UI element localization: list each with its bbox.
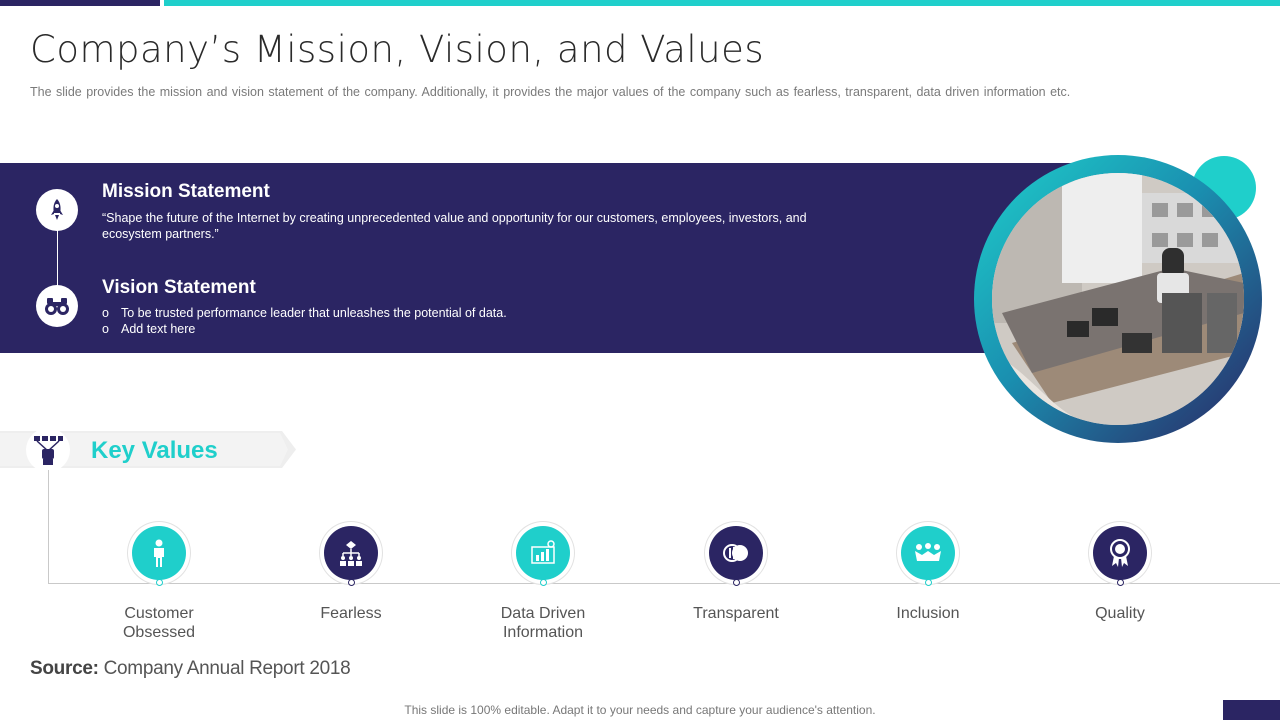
source-label: Source: — [30, 658, 99, 679]
data-chart-icon — [516, 526, 570, 580]
value-icon-ring — [128, 522, 190, 584]
value-item-transparent: Transparent — [656, 522, 816, 623]
mission-heading: Mission Statement — [102, 181, 270, 202]
value-label: Data Driven Information — [463, 604, 623, 642]
value-icon-ring — [1089, 522, 1151, 584]
office-photo — [992, 173, 1244, 425]
value-label-line: Fearless — [320, 605, 382, 622]
person-icon — [132, 526, 186, 580]
value-label-line: Transparent — [693, 605, 779, 622]
slide-subtitle: The slide provides the mission and visio… — [30, 85, 1071, 99]
vision-bullet-list: o To be trusted performance leader that u… — [102, 305, 507, 337]
value-icon-ring — [320, 522, 382, 584]
source-text: Company Annual Report 2018 — [98, 658, 351, 679]
value-label-line: Obsessed — [122, 624, 196, 641]
source-note: Source: Company Annual Report 2018 — [30, 658, 351, 680]
value-label: Customer Obsessed — [79, 604, 239, 642]
value-icon-ring — [705, 522, 767, 584]
key-values-heading: Key Values — [91, 437, 218, 464]
value-label: Fearless — [271, 604, 431, 623]
value-icon-ring — [512, 522, 574, 584]
team-icon — [26, 428, 70, 472]
value-item-customer-obsessed: Customer Obsessed — [79, 522, 239, 642]
binoculars-icon — [36, 285, 78, 327]
vision-heading: Vision Statement — [102, 277, 256, 298]
footer-note: This slide is 100% editable. Adapt it to… — [404, 703, 876, 717]
value-item-inclusion: Inclusion — [848, 522, 1008, 623]
value-item-quality: Quality — [1040, 522, 1200, 623]
value-item-data-driven-information: Data Driven Information — [463, 522, 623, 642]
value-label: Inclusion — [848, 604, 1008, 623]
key-values-vertical-line — [48, 470, 49, 583]
timeline-node — [1117, 579, 1124, 586]
value-label: Quality — [1040, 604, 1200, 623]
value-label-line: Customer — [124, 605, 194, 622]
timeline-node — [540, 579, 547, 586]
timeline-node — [156, 579, 163, 586]
mission-vision-connector — [57, 230, 58, 290]
hierarchy-icon — [324, 526, 378, 580]
overlap-circles-icon — [709, 526, 763, 580]
vision-bullet-text: Add text here — [121, 322, 196, 336]
bullet-marker: o — [102, 306, 109, 320]
timeline-node — [925, 579, 932, 586]
bullet-marker: o — [102, 322, 109, 336]
value-item-fearless: Fearless — [271, 522, 431, 623]
award-badge-icon — [1093, 526, 1147, 580]
top-accent-bar-teal — [164, 0, 1280, 6]
rocket-icon — [36, 189, 78, 231]
value-icon-ring — [897, 522, 959, 584]
value-label-line: Data Driven — [500, 605, 586, 622]
timeline-node — [348, 579, 355, 586]
value-label-line: Information — [502, 624, 584, 641]
corner-accent — [1223, 700, 1280, 720]
vision-bullet-text: To be trusted performance leader that un… — [121, 306, 507, 320]
group-icon — [901, 526, 955, 580]
value-label-line: Inclusion — [896, 605, 960, 622]
list-item: o To be trusted performance leader that u… — [102, 305, 507, 321]
mission-text: “Shape the future of the Internet by cre… — [102, 211, 807, 241]
value-label: Transparent — [656, 604, 816, 623]
top-accent-bar-navy — [0, 0, 160, 6]
value-label-line: Quality — [1095, 605, 1145, 622]
slide-title: Company’s Mission, Vision, and Values — [30, 28, 765, 71]
timeline-node — [733, 579, 740, 586]
list-item: o Add text here — [102, 321, 507, 337]
